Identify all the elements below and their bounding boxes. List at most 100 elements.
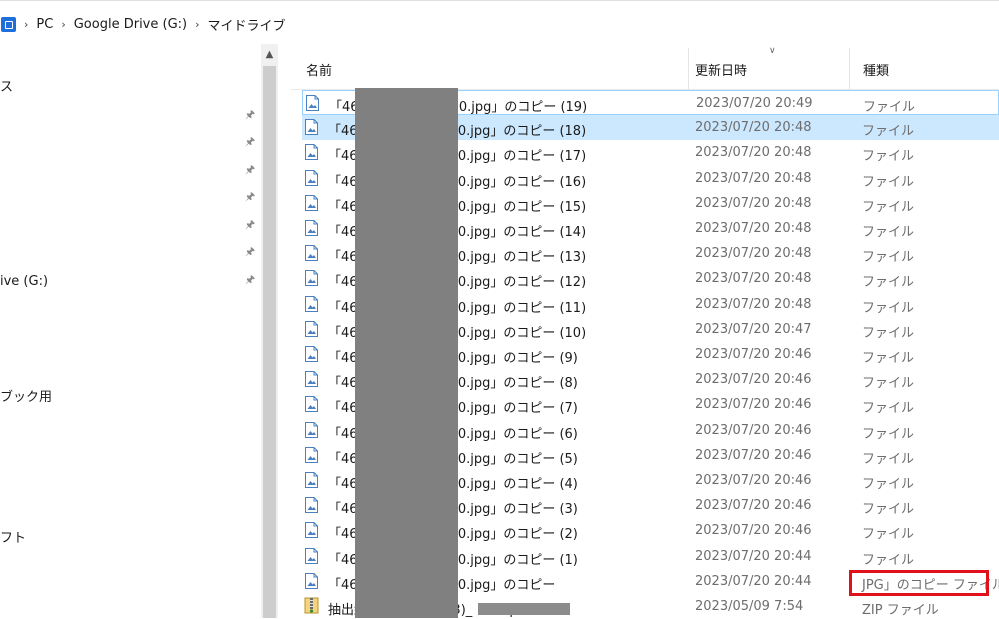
column-divider[interactable] [849,48,850,90]
file-modified-date: 2023/07/20 20:46 [695,523,812,538]
breadcrumb-google-drive[interactable]: Google Drive (G:) [74,17,187,32]
image-file-icon [304,548,319,564]
file-name-prefix: 「46 [328,502,358,517]
file-name-prefix: 「46 [328,578,358,593]
file-name-prefix: 「46 [328,149,358,164]
nav-item[interactable]: ス [0,76,13,95]
image-file-icon [304,245,319,261]
file-type: ファイル [862,452,915,467]
breadcrumb-my-drive[interactable]: マイドライブ [208,15,286,34]
file-type: ファイル [862,225,915,240]
image-file-icon [304,346,319,362]
chevron-right-icon[interactable]: › [195,18,199,31]
file-name-suffix: 70.jpg」のコピー (10) [449,326,587,341]
image-file-icon [304,144,319,160]
file-type: ファイル [862,553,915,568]
chevron-right-icon[interactable]: › [61,18,65,31]
nav-item[interactable]: フト [0,527,26,546]
image-file-icon [304,472,319,488]
file-name-prefix: 「46 [328,225,358,240]
file-name-prefix: 「46 [328,326,358,341]
navigation-pane: ス 🖈 🖈 🖈 🖈 🖈 🖈 🖈 ive (G:) ブック用 フト [0,44,261,618]
file-name-suffix: 70.jpg」のコピー (12) [449,275,587,290]
image-file-icon [304,296,319,312]
file-modified-date: 2023/07/20 20:44 [695,574,812,589]
file-modified-date: 2023/07/20 20:46 [695,397,812,412]
image-file-icon [304,447,319,463]
file-type: ZIP ファイル [862,603,939,618]
file-name-suffix: 70.jpg」のコピー [449,578,556,593]
file-name-suffix: 70.jpg」のコピー (16) [449,175,587,190]
file-modified-date: 2023/07/20 20:46 [695,448,812,463]
file-name-prefix: 「46 [328,553,358,568]
file-modified-date: 2023/07/20 20:48 [695,271,812,286]
file-type: ファイル [862,301,915,316]
file-name-prefix: 「46 [328,301,358,316]
column-divider[interactable] [688,48,689,90]
image-file-icon [304,270,319,286]
address-bar[interactable]: › PC › Google Drive (G:) › マイドライブ [0,0,999,44]
file-name-suffix: 70.jpg」のコピー (7) [449,401,578,416]
image-file-icon [304,573,319,589]
nav-item[interactable]: ブック用 [0,386,52,405]
file-name-prefix: 「46 [328,250,358,265]
file-modified-date: 2023/07/20 20:48 [695,246,812,261]
pin-icon: 🖈 [245,163,256,176]
scrollbar-thumb[interactable] [263,66,276,618]
file-modified-date: 2023/07/20 20:46 [695,372,812,387]
file-modified-date: 2023/05/09 7:54 [695,599,804,614]
file-type: ファイル [862,275,915,290]
file-name-prefix: 「46 [328,275,358,290]
file-modified-date: 2023/07/20 20:48 [695,297,812,312]
image-file-icon [304,170,319,186]
column-header-type[interactable]: 種類 [863,60,889,79]
file-modified-date: 2023/07/20 20:48 [695,171,812,186]
column-header-name[interactable]: 名前 [306,60,332,79]
scroll-up-arrow-icon[interactable]: ▲ [261,44,278,64]
file-modified-date: 2023/07/20 20:46 [695,347,812,362]
image-file-icon [304,522,319,538]
pin-icon: 🖈 [245,218,256,231]
file-name-prefix: 「46 [328,175,358,190]
file-type: ファイル [862,326,915,341]
redaction-block [355,88,458,618]
file-name-suffix: 70.jpg」のコピー (4) [449,477,578,492]
highlight-annotation-box [849,570,989,596]
file-name-suffix: 70.jpg」のコピー (3) [449,502,578,517]
pin-icon: 🖈 [245,108,256,121]
sort-chevron-down-icon: ∨ [769,46,776,56]
file-name-suffix: 70.jpg」のコピー (13) [449,250,587,265]
file-type: ファイル [863,100,916,115]
file-modified-date: 2023/07/20 20:48 [695,196,812,211]
file-name-suffix: 70.jpg」のコピー (11) [449,301,587,316]
image-file-icon [304,195,319,211]
file-name-prefix: 「46 [328,452,358,467]
nav-scrollbar[interactable]: ▲ [261,44,278,618]
file-modified-date: 2023/07/20 20:48 [695,145,812,160]
pin-icon: 🖈 [245,190,256,203]
image-file-icon [304,321,319,337]
file-type: ファイル [862,401,915,416]
breadcrumb-pc[interactable]: PC [36,17,53,32]
file-name-prefix: 「46 [328,351,358,366]
file-name-prefix: 「46 [328,427,358,442]
google-drive-icon [1,16,16,32]
file-name-prefix: 「46 [328,401,358,416]
column-header: 名前 ∨ 更新日時 種類 [291,44,999,90]
file-name-suffix: 70.jpg」のコピー (9) [449,351,578,366]
column-header-date[interactable]: 更新日時 [695,60,747,79]
file-name-prefix: 「46 [328,527,358,542]
file-type: ファイル [862,250,915,265]
pin-icon: 🖈 [245,135,256,148]
nav-item-google-drive[interactable]: ive (G:) [0,274,48,289]
zip-archive-icon [304,597,320,615]
file-name-prefix: 「46 [328,200,358,215]
file-modified-date: 2023/07/20 20:44 [695,549,812,564]
chevron-right-icon[interactable]: › [24,18,28,31]
file-modified-date: 2023/07/20 20:46 [695,423,812,438]
file-name-suffix: 70.jpg」のコピー (14) [449,225,587,240]
file-modified-date: 2023/07/20 20:46 [695,498,812,513]
file-type: ファイル [862,502,915,517]
file-name-suffix: 70.jpg」のコピー (8) [449,376,578,391]
pin-icon: 🖈 [245,245,256,258]
